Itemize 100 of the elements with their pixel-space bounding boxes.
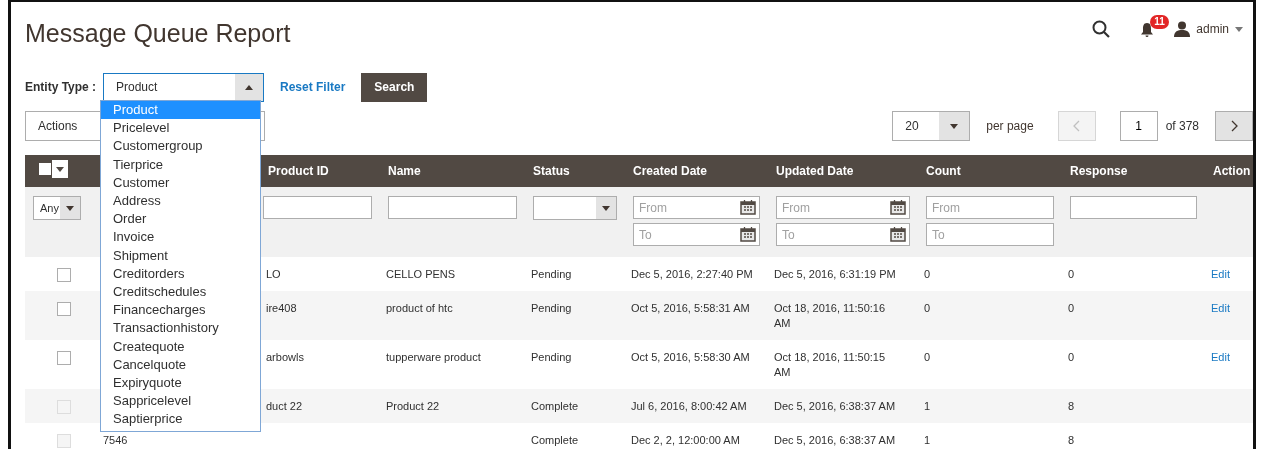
table-cell: Pending: [531, 351, 572, 364]
dropdown-option[interactable]: Shipment: [101, 246, 260, 265]
range-input[interactable]: To: [926, 223, 1054, 246]
dropdown-option[interactable]: Tierprice: [101, 155, 260, 174]
table-cell: Oct 5, 2016, 5:58:30 AM: [631, 351, 750, 364]
table-cell: 0: [1068, 351, 1075, 364]
table-cell: 0: [924, 351, 931, 364]
caret-icon: [56, 167, 64, 173]
edit-link[interactable]: Edit: [1211, 351, 1230, 364]
table-cell: 8: [1068, 434, 1075, 447]
caret-icon: [66, 205, 74, 211]
edit-link[interactable]: Edit: [1211, 268, 1230, 280]
dropdown-option[interactable]: Creditschedules: [101, 283, 260, 302]
search-icon[interactable]: [1092, 20, 1111, 38]
calendar-icon[interactable]: [740, 226, 756, 242]
table-cell: Pending: [531, 302, 572, 315]
dropdown-option[interactable]: Sappricelevel: [101, 392, 260, 411]
reset-filter-link[interactable]: Reset Filter: [280, 78, 346, 96]
table-cell: Oct 5, 2016, 5:58:31 AM: [631, 302, 750, 315]
user-menu[interactable]: admin: [1174, 20, 1243, 38]
table-cell: 1: [924, 434, 931, 447]
table-cell: arbowls: [266, 351, 304, 364]
row-checkbox[interactable]: [57, 302, 71, 317]
chevron-left-icon: [1073, 120, 1081, 132]
row-checkbox[interactable]: [57, 268, 71, 283]
table-cell: 8: [1068, 400, 1075, 413]
per-page-select[interactable]: 20: [892, 111, 971, 141]
column-header: Count: [926, 164, 961, 178]
dropdown-option[interactable]: Invoice: [101, 228, 260, 247]
next-page-button[interactable]: [1215, 111, 1253, 141]
dropdown-option[interactable]: Creditorders: [101, 264, 260, 284]
table-cell: Complete: [531, 400, 579, 413]
column-header: Action: [1213, 164, 1251, 178]
table-cell: Product 22: [386, 400, 440, 413]
table-cell: Pending: [531, 268, 572, 280]
column-header: Status: [533, 164, 570, 178]
table-cell: Dec 5, 2016, 2:27:40 PM: [631, 268, 753, 280]
column-header: Name: [388, 164, 421, 178]
filter-input[interactable]: [388, 196, 517, 219]
caret-icon: [1235, 26, 1243, 32]
search-button[interactable]: Search: [361, 72, 428, 102]
bell-icon[interactable]: [1140, 21, 1155, 38]
entity-select[interactable]: Product: [103, 72, 264, 102]
table-cell: 0: [1068, 268, 1075, 280]
per-page-label: per page: [986, 118, 1034, 135]
chevron-right-icon: [1230, 120, 1238, 132]
table-cell: CELLO PENS: [386, 268, 456, 280]
calendar-icon[interactable]: [890, 226, 906, 242]
column-header: Updated Date: [776, 164, 854, 178]
table-cell: Oct 18, 2016, 11:50:15 AM: [774, 351, 886, 379]
table-cell: Dec 2, 2, 12:00:00 AM: [631, 434, 740, 447]
filter-input[interactable]: [1070, 196, 1197, 219]
dropdown-option[interactable]: Expiryquote: [101, 374, 260, 393]
table-cell: product of htc: [386, 302, 453, 315]
table-cell: ire408: [266, 302, 297, 315]
table-cell: 7546: [103, 434, 128, 447]
table-cell: Dec 5, 2016, 6:38:37 AM: [774, 400, 896, 413]
dropdown-option[interactable]: Customergroup: [101, 137, 260, 156]
dropdown-option[interactable]: Transactionhistory: [101, 319, 260, 338]
column-header: Created Date: [633, 164, 708, 178]
filter-input[interactable]: [263, 196, 372, 219]
notification-badge: 11: [1150, 15, 1169, 29]
range-input[interactable]: To: [776, 223, 910, 246]
row-checkbox[interactable]: [57, 351, 71, 366]
table-cell: Jul 6, 2016, 8:00:42 AM: [631, 400, 747, 413]
dropdown-option[interactable]: Cancelquote: [101, 355, 260, 375]
table-cell: tupperware product: [386, 351, 481, 364]
range-input[interactable]: To: [633, 223, 760, 246]
dropdown-option[interactable]: Financecharges: [101, 301, 260, 320]
dropdown-option[interactable]: Pricelevel: [101, 119, 260, 138]
table-cell: Dec 5, 2016, 6:31:19 PM: [774, 268, 896, 280]
filter-label: Entity Type :: [25, 79, 98, 96]
dropdown-option[interactable]: Saptierprice: [101, 410, 260, 429]
page-title: Message Queue Report: [25, 18, 291, 48]
table-cell: Oct 18, 2016, 11:50:16 AM: [774, 302, 886, 330]
dropdown-option[interactable]: Customer: [101, 173, 260, 192]
table-cell: Dec 5, 2016, 6:38:37 AM: [774, 434, 896, 447]
caret-icon: [602, 205, 610, 211]
table-cell: 0: [924, 302, 931, 315]
calendar-icon[interactable]: [890, 199, 906, 215]
status-select[interactable]: [533, 196, 617, 220]
range-input[interactable]: From: [776, 196, 910, 219]
dropdown-option[interactable]: Address: [101, 192, 260, 211]
table-cell: Complete: [531, 434, 579, 447]
table-cell: LO: [266, 268, 281, 280]
table-cell: 0: [924, 268, 931, 280]
range-input[interactable]: From: [633, 196, 760, 219]
caret-icon: [950, 123, 959, 129]
dropdown-option[interactable]: Createquote: [101, 337, 260, 356]
any-select[interactable]: Any: [33, 196, 81, 220]
column-header: Response: [1070, 164, 1128, 178]
table-cell: 0: [1068, 302, 1075, 315]
calendar-icon[interactable]: [740, 199, 756, 215]
page-input[interactable]: 1: [1119, 111, 1158, 141]
dropdown-option[interactable]: Order: [101, 210, 260, 229]
user-icon: [1174, 21, 1191, 37]
range-input[interactable]: From: [926, 196, 1054, 219]
table-cell: 1: [924, 400, 931, 413]
edit-link[interactable]: Edit: [1211, 302, 1230, 315]
caret-icon: [245, 84, 253, 90]
